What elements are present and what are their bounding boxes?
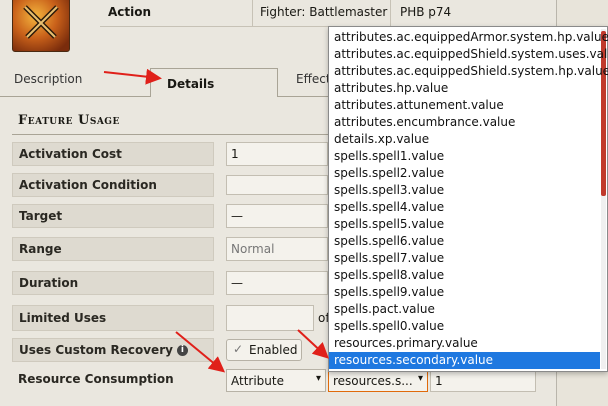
limited-uses-label-text: Limited Uses xyxy=(19,311,107,325)
target-value: — xyxy=(231,209,243,223)
custom-recovery-toggle-label: Enabled xyxy=(249,343,298,357)
item-meta-row: Action Fighter: Battlemaster PHB p74 xyxy=(100,0,556,27)
activation-condition-input[interactable] xyxy=(226,175,328,195)
dropdown-option[interactable]: attributes.encumbrance.value xyxy=(334,114,600,131)
duration-select[interactable]: — xyxy=(226,271,328,295)
crossed-swords-icon xyxy=(23,5,59,39)
meta-divider xyxy=(252,0,253,26)
dropdown-option[interactable]: resources.primary.value xyxy=(334,335,600,352)
dropdown-option[interactable]: resources.secondary.value xyxy=(329,352,600,369)
dropdown-option-label: resources.primary.value xyxy=(334,336,478,350)
activation-cost-value: 1 xyxy=(231,147,239,161)
dropdown-option-label: resources.secondary.value xyxy=(334,353,494,367)
consumption-target-dropdown: attributes.ac.equippedArmor.system.hp.va… xyxy=(328,26,608,372)
dropdown-option[interactable]: spells.spell8.value xyxy=(334,267,600,284)
dropdown-option-label: attributes.attunement.value xyxy=(334,98,504,112)
feature-portrait[interactable] xyxy=(12,0,70,52)
consumption-type-value: Attribute xyxy=(231,374,284,388)
dropdown-option-label: spells.spell7.value xyxy=(334,251,445,265)
dropdown-option[interactable]: spells.spell6.value xyxy=(334,233,600,250)
dropdown-option-label: spells.spell8.value xyxy=(334,268,445,282)
dropdown-option[interactable]: spells.spell3.value xyxy=(334,182,600,199)
chevron-down-icon: ▾ xyxy=(417,373,423,384)
dropdown-option-label: details.xp.value xyxy=(334,132,430,146)
limited-uses-input[interactable] xyxy=(226,305,314,331)
range-select[interactable]: Normal xyxy=(226,237,328,261)
dropdown-option-label: spells.spell6.value xyxy=(334,234,445,248)
dropdown-option[interactable]: attributes.ac.equippedShield.system.uses… xyxy=(334,46,608,63)
dropdown-option[interactable]: attributes.attunement.value xyxy=(334,97,600,114)
custom-recovery-label-wrap: Uses Custom Recovery i xyxy=(19,343,188,357)
dropdown-option-label: spells.spell4.value xyxy=(334,200,445,214)
dropdown-option[interactable]: details.xp.value xyxy=(334,131,600,148)
activation-type: Action xyxy=(108,5,152,19)
consumption-type-select[interactable]: Attribute ▾ xyxy=(226,369,326,392)
dropdown-option[interactable]: spells.spell7.value xyxy=(334,250,600,267)
dropdown-option[interactable]: spells.pact.value xyxy=(334,301,600,318)
activation-cost-label-text: Activation Cost xyxy=(19,147,122,161)
consumption-target-select[interactable]: resources.s... ▾ xyxy=(328,369,428,392)
dropdown-option-label: attributes.hp.value xyxy=(334,81,449,95)
activation-condition-label: Activation Condition xyxy=(12,173,214,197)
dropdown-option-label: attributes.ac.equippedArmor.system.hp.va… xyxy=(334,30,608,44)
dropdown-option[interactable]: spells.spell4.value xyxy=(334,199,600,216)
checkmark-icon: ✓ xyxy=(233,342,244,356)
target-select[interactable]: — xyxy=(226,204,328,228)
consumption-amount-input[interactable]: 1 xyxy=(430,369,536,392)
tab-effects[interactable]: Effect xyxy=(296,72,331,86)
dropdown-option[interactable]: spells.spell0.value xyxy=(334,318,600,335)
target-label: Target xyxy=(12,204,214,228)
range-label: Range xyxy=(12,237,214,261)
dropdown-option-label: spells.spell3.value xyxy=(334,183,445,197)
consumption-amount-value: 1 xyxy=(435,374,443,388)
target-label-text: Target xyxy=(19,209,63,223)
dropdown-option[interactable]: spells.spell9.value xyxy=(334,284,600,301)
activation-condition-label-text: Activation Condition xyxy=(19,178,157,192)
duration-label: Duration xyxy=(12,271,214,295)
source: PHB p74 xyxy=(400,5,452,19)
activation-cost-input[interactable]: 1 xyxy=(226,142,328,166)
dropdown-option-label: spells.spell0.value xyxy=(334,319,445,333)
range-value: Normal xyxy=(231,242,275,256)
tab-details[interactable]: Details xyxy=(150,68,278,97)
dropdown-option[interactable]: attributes.hp.value xyxy=(334,80,600,97)
section-title: Feature Usage xyxy=(18,113,120,128)
dropdown-option-label: attributes.encumbrance.value xyxy=(334,115,516,129)
info-icon[interactable]: i xyxy=(176,345,188,356)
chevron-down-icon: ▾ xyxy=(315,373,321,384)
range-label-text: Range xyxy=(19,242,62,256)
dropdown-option-label: attributes.ac.equippedShield.system.uses… xyxy=(334,47,608,61)
tab-description[interactable]: Description xyxy=(14,72,82,86)
custom-recovery-label-text: Uses Custom Recovery xyxy=(19,343,173,357)
dropdown-option-label: attributes.ac.equippedShield.system.hp.v… xyxy=(334,64,608,78)
dropdown-option-label: spells.spell1.value xyxy=(334,149,445,163)
dropdown-option-label: spells.spell5.value xyxy=(334,217,445,231)
limited-uses-label: Limited Uses xyxy=(12,305,214,331)
custom-recovery-toggle[interactable]: ✓ Enabled xyxy=(226,339,302,361)
duration-label-text: Duration xyxy=(19,276,79,290)
dropdown-option-label: spells.spell9.value xyxy=(334,285,445,299)
dropdown-option-label: spells.pact.value xyxy=(334,302,435,316)
dropdown-option[interactable]: spells.spell5.value xyxy=(334,216,600,233)
consumption-target-value: resources.s... xyxy=(333,374,413,388)
duration-value: — xyxy=(231,276,243,290)
custom-recovery-label: Uses Custom Recovery i xyxy=(12,338,214,362)
dropdown-option[interactable]: spells.spell1.value xyxy=(334,148,600,165)
activation-cost-label: Activation Cost xyxy=(12,142,214,166)
class-requirement: Fighter: Battlemaster xyxy=(260,5,388,19)
tab-details-label: Details xyxy=(167,77,215,91)
dropdown-option[interactable]: attributes.ac.equippedArmor.system.hp.va… xyxy=(334,29,608,46)
resource-consumption-label: Resource Consumption xyxy=(12,368,212,390)
dropdown-option-label: spells.spell2.value xyxy=(334,166,445,180)
meta-divider xyxy=(390,0,391,26)
resource-consumption-label-text: Resource Consumption xyxy=(18,372,174,386)
dropdown-option[interactable]: spells.spell2.value xyxy=(334,165,600,182)
dropdown-option[interactable]: attributes.ac.equippedShield.system.hp.v… xyxy=(334,63,608,80)
